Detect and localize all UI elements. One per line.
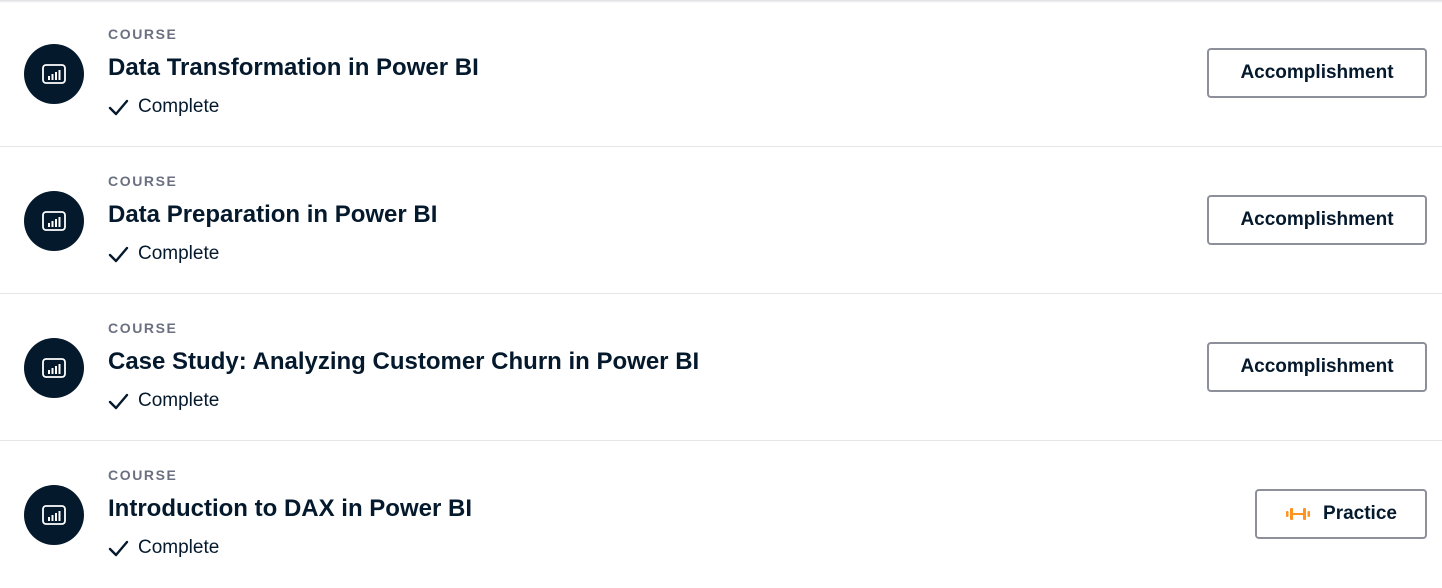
checkmark-icon <box>108 393 129 409</box>
course-row: COURSE Case Study: Analyzing Customer Ch… <box>0 294 1442 441</box>
course-row: COURSE Data Preparation in Power BI Comp… <box>0 147 1442 294</box>
power-bi-icon <box>24 338 84 398</box>
checkmark-icon <box>108 99 129 115</box>
checkmark-icon <box>108 540 129 556</box>
button-label: Accomplishment <box>1240 62 1394 83</box>
course-type-label: COURSE <box>108 320 178 336</box>
power-bi-icon <box>24 191 84 251</box>
button-label: Accomplishment <box>1240 209 1394 230</box>
button-label: Accomplishment <box>1240 356 1394 377</box>
dumbbell-icon <box>1285 507 1311 521</box>
course-title[interactable]: Data Transformation in Power BI <box>108 54 479 82</box>
accomplishment-button[interactable]: Accomplishment <box>1207 195 1427 245</box>
course-status: Complete <box>108 537 219 559</box>
status-text: Complete <box>138 96 220 117</box>
course-status: Complete <box>108 96 219 118</box>
practice-button[interactable]: Practice <box>1255 489 1427 539</box>
status-text: Complete <box>138 390 220 411</box>
power-bi-icon <box>24 44 84 104</box>
power-bi-icon <box>24 485 84 545</box>
course-row: COURSE Data Transformation in Power BI C… <box>0 0 1442 147</box>
button-label: Practice <box>1323 503 1397 524</box>
course-type-label: COURSE <box>108 26 178 42</box>
status-text: Complete <box>138 243 220 264</box>
course-type-label: COURSE <box>108 467 178 483</box>
course-row: COURSE Introduction to DAX in Power BI C… <box>0 441 1442 588</box>
course-type-label: COURSE <box>108 173 178 189</box>
accomplishment-button[interactable]: Accomplishment <box>1207 48 1427 98</box>
course-status: Complete <box>108 243 219 265</box>
course-status: Complete <box>108 390 219 412</box>
course-title[interactable]: Case Study: Analyzing Customer Churn in … <box>108 348 699 376</box>
course-title[interactable]: Data Preparation in Power BI <box>108 201 437 229</box>
accomplishment-button[interactable]: Accomplishment <box>1207 342 1427 392</box>
status-text: Complete <box>138 537 220 558</box>
course-title[interactable]: Introduction to DAX in Power BI <box>108 495 472 523</box>
checkmark-icon <box>108 246 129 262</box>
